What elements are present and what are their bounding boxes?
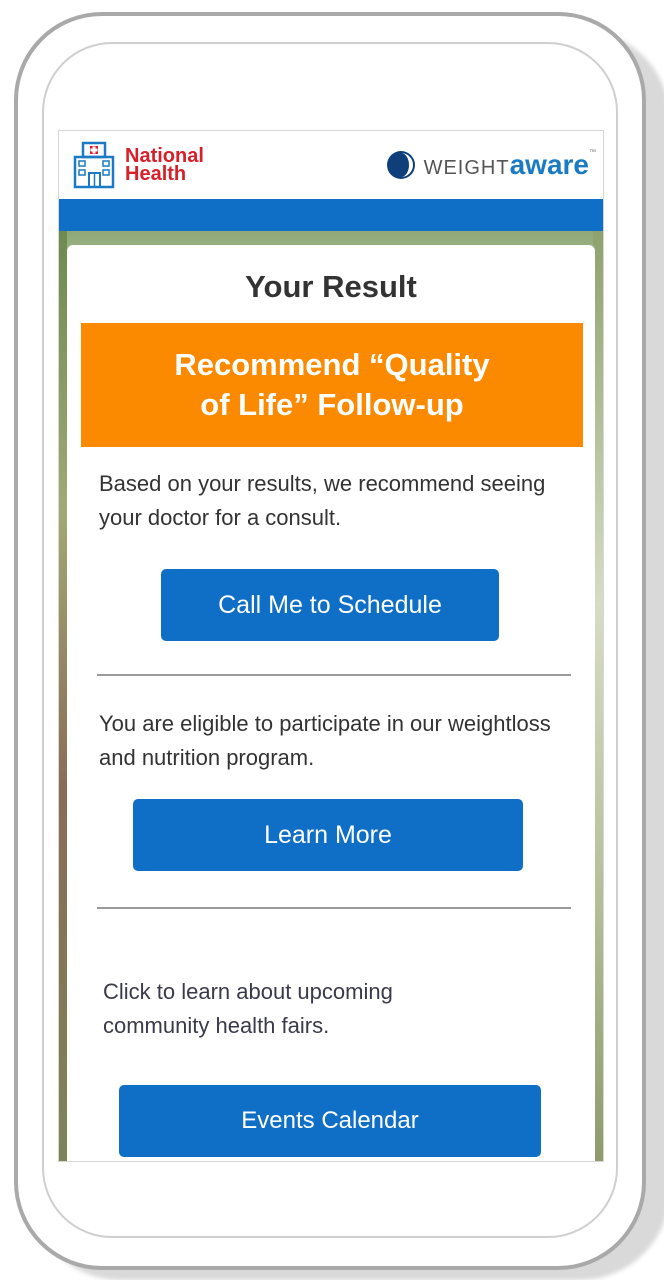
national-health-logo[interactable]: National Health xyxy=(69,141,204,189)
banner-line1: Recommend “Quality xyxy=(174,347,490,382)
background-photo-left-edge xyxy=(59,231,67,1161)
recommendation-text: Based on your results, we recommend seei… xyxy=(99,471,546,530)
health-fairs-text: Click to learn about upcoming community … xyxy=(103,979,393,1038)
app-header: National Health WEIGHTaware™ xyxy=(59,131,603,199)
header-accent-bar xyxy=(59,199,603,231)
events-calendar-button[interactable]: Events Calendar xyxy=(119,1085,541,1157)
recommendation-banner: Recommend “Quality of Life” Follow-up xyxy=(81,323,583,447)
learn-more-button[interactable]: Learn More xyxy=(133,799,523,871)
result-card: Your Result Recommend “Quality of Life” … xyxy=(67,245,595,1161)
hospital-icon xyxy=(73,141,115,189)
hospital-name-line2: Health xyxy=(125,163,187,185)
brand-weight-text: WEIGHT xyxy=(423,157,510,179)
trademark-symbol: ™ xyxy=(589,149,597,156)
weightaware-mark-icon xyxy=(386,151,415,179)
divider xyxy=(97,907,571,909)
brand-aware-text: aware xyxy=(509,149,589,180)
app-screen: National Health WEIGHTaware™ Your Result… xyxy=(58,130,604,1162)
weightaware-logo[interactable]: WEIGHTaware™ xyxy=(386,149,597,181)
divider xyxy=(97,674,571,676)
banner-line2: of Life” Follow-up xyxy=(200,387,464,422)
page-title: Your Result xyxy=(245,269,417,304)
call-me-to-schedule-button[interactable]: Call Me to Schedule xyxy=(161,569,499,641)
eligibility-text: You are eligible to participate in our w… xyxy=(99,711,551,770)
